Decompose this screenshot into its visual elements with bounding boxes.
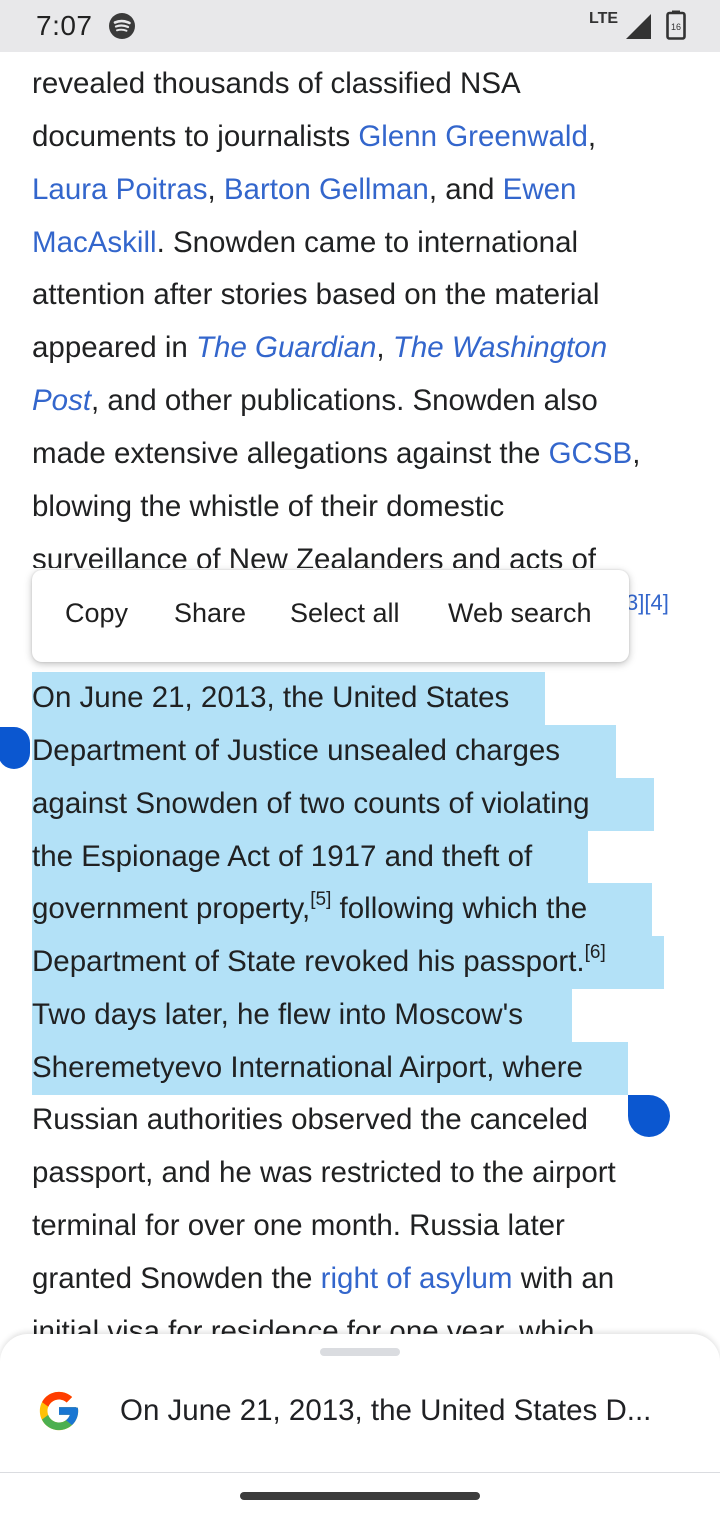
gesture-nav-bar[interactable]: [240, 1492, 480, 1500]
selected-text-line[interactable]: Department of State revoked his passport…: [32, 936, 606, 989]
link-the-guardian[interactable]: The Guardian: [196, 331, 376, 364]
article-line: passport, and he was restricted to the a…: [32, 1156, 616, 1189]
article-line: blowing the whistle of their domestic: [32, 490, 505, 523]
article-line: MacAskill. Snowden came to international: [32, 226, 579, 259]
google-search-sheet[interactable]: On June 21, 2013, the United States D...: [0, 1334, 720, 1520]
google-icon: [39, 1391, 79, 1431]
battery-icon: 16: [666, 10, 686, 40]
selected-text-line[interactable]: Department of Justice unsealed charges: [32, 725, 560, 778]
share-button[interactable]: Share: [174, 598, 246, 629]
article-line: attention after stories based on the mat…: [32, 278, 600, 311]
link-washington-post[interactable]: Post: [32, 384, 91, 417]
article-line: surveillance of New Zealanders and acts …: [32, 543, 597, 568]
network-type: LTE: [589, 10, 619, 27]
link-washington-post[interactable]: The Washington: [393, 331, 607, 364]
spotify-icon: [109, 13, 135, 39]
signal-icon: [626, 14, 651, 39]
search-query-text[interactable]: On June 21, 2013, the United States D...: [120, 1394, 680, 1428]
article-line: made extensive allegations against the G…: [32, 437, 641, 470]
link-gcsb[interactable]: GCSB: [549, 437, 633, 470]
selection-start-handle[interactable]: [0, 727, 30, 769]
selected-text-line[interactable]: the Espionage Act of 1917 and theft of: [32, 831, 532, 884]
link-ewen-macaskill[interactable]: Ewen: [503, 173, 577, 206]
article-line: Laura Poitras, Barton Gellman, and Ewen: [32, 173, 577, 206]
article-line: documents to journalists Glenn Greenwald…: [32, 120, 597, 153]
link-glenn-greenwald[interactable]: Glenn Greenwald: [358, 120, 588, 153]
article-line: terminal for over one month. Russia late…: [32, 1209, 565, 1242]
divider: [0, 1472, 720, 1473]
article-line: revealed thousands of classified NSA: [32, 67, 521, 100]
sheet-drag-handle[interactable]: [320, 1348, 400, 1356]
reference-links[interactable]: 3][4]: [626, 590, 669, 616]
article-line: Russian authorities observed the cancele…: [32, 1103, 588, 1136]
article-line: appeared in The Guardian, The Washington: [32, 331, 608, 364]
selected-text-line[interactable]: Sheremetyevo International Airport, wher…: [32, 1042, 583, 1095]
link-laura-poitras[interactable]: Laura Poitras: [32, 173, 207, 206]
selected-text-line[interactable]: On June 21, 2013, the United States: [32, 672, 509, 725]
link-right-of-asylum[interactable]: right of asylum: [321, 1262, 513, 1295]
link-barton-gellman[interactable]: Barton Gellman: [224, 173, 429, 206]
selected-text-line[interactable]: against Snowden of two counts of violati…: [32, 778, 590, 831]
reference-5[interactable]: [5]: [310, 889, 331, 910]
web-search-button[interactable]: Web search: [448, 598, 592, 629]
select-all-button[interactable]: Select all: [290, 598, 400, 629]
svg-text:16: 16: [671, 22, 681, 32]
status-bar: 7:07 LTE 16: [0, 0, 720, 52]
selection-end-handle[interactable]: [628, 1095, 670, 1137]
selected-text-line[interactable]: government property,[5] following which …: [32, 883, 587, 936]
selected-text-line[interactable]: Two days later, he flew into Moscow's: [32, 989, 523, 1042]
article-line: granted Snowden the right of asylum with…: [32, 1262, 615, 1295]
link-ewen-macaskill[interactable]: MacAskill: [32, 226, 157, 259]
status-time: 7:07: [36, 10, 93, 41]
copy-button[interactable]: Copy: [65, 598, 128, 629]
reference-6[interactable]: [6]: [585, 942, 606, 963]
text-selection-menu: Copy Share Select all Web search: [32, 570, 629, 662]
article-line: Post, and other publications. Snowden al…: [32, 384, 598, 417]
